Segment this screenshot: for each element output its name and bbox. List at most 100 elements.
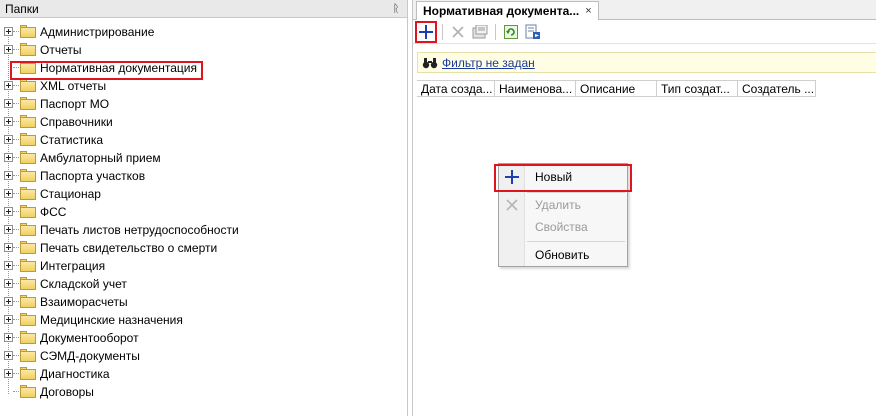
selection-highlight-box [10, 61, 203, 80]
expand-plus-icon[interactable] [4, 99, 13, 108]
column-header[interactable]: Дата созда... [417, 81, 495, 97]
expand-plus-icon[interactable] [4, 27, 13, 36]
folder-item[interactable]: Отчеты [0, 41, 407, 59]
folder-icon [20, 205, 36, 219]
tree-connector [13, 337, 19, 338]
expand-plus-icon[interactable] [4, 297, 13, 306]
folders-panel: Папки ᚱ Администрирование Отчеты Нормативн… [0, 0, 408, 416]
expand-plus-icon[interactable] [4, 153, 13, 162]
expand-plus-icon[interactable] [4, 189, 13, 198]
tree-connector [13, 247, 19, 248]
folder-label: Взаиморасчеты [40, 295, 128, 309]
toolbar-separator [442, 23, 443, 40]
folder-label: Амбулаторный прием [40, 151, 161, 165]
folder-label: Администрирование [40, 25, 155, 39]
toolbar [413, 20, 876, 44]
delete-button[interactable] [448, 22, 468, 42]
folder-icon [20, 313, 36, 327]
folder-label: Интеграция [40, 259, 106, 273]
tree-connector [13, 265, 19, 266]
expand-plus-icon[interactable] [4, 207, 13, 216]
expand-plus-icon[interactable] [4, 225, 13, 234]
folder-icon [20, 151, 36, 165]
folder-icon [20, 367, 36, 381]
expand-plus-icon[interactable] [4, 315, 13, 324]
tree-connector [13, 355, 19, 356]
expand-plus-icon[interactable] [4, 333, 13, 342]
filter-bar[interactable]: Фильтр не задан [417, 52, 876, 73]
tree-connector [13, 157, 19, 158]
folder-item[interactable]: Взаиморасчеты [0, 293, 407, 311]
menu-item-refresh[interactable]: Обновить [499, 245, 627, 265]
expand-plus-icon[interactable] [4, 261, 13, 270]
toolbar-separator [495, 23, 496, 40]
folder-item[interactable]: Печать свидетельство о смерти [0, 239, 407, 257]
folder-label: Документооборот [40, 331, 139, 345]
folder-icon [20, 115, 36, 129]
expand-plus-icon[interactable] [4, 45, 13, 54]
folder-label: Медицинские назначения [40, 313, 183, 327]
folder-icon [20, 25, 36, 39]
folder-item[interactable]: Паспорт МО [0, 95, 407, 113]
folder-item[interactable]: СЭМД-документы [0, 347, 407, 365]
tree-connector [13, 229, 19, 230]
folder-item[interactable]: Статистика [0, 131, 407, 149]
folder-item[interactable]: Медицинские назначения [0, 311, 407, 329]
expand-plus-icon[interactable] [4, 351, 13, 360]
documents-panel: Нормативная документа... × Фильтр не зад… [412, 0, 876, 416]
grid-body[interactable] [417, 98, 876, 416]
column-header[interactable]: Тип создат... [657, 81, 738, 97]
folder-label: Статистика [40, 133, 104, 147]
expand-plus-icon[interactable] [4, 117, 13, 126]
tab-normative-docs[interactable]: Нормативная документа... × [416, 1, 599, 20]
tree-connector [13, 391, 19, 392]
folder-item[interactable]: Паспорта участков [0, 167, 407, 185]
folder-item[interactable]: Печать листов нетрудоспособности [0, 221, 407, 239]
column-header[interactable]: Описание [576, 81, 657, 97]
add-button[interactable] [415, 20, 437, 43]
folder-item[interactable]: Документооборот [0, 329, 407, 347]
close-icon[interactable]: × [585, 5, 591, 17]
folder-label: Паспорт МО [40, 97, 110, 111]
export-button[interactable] [523, 22, 543, 42]
refresh-icon [504, 24, 518, 39]
tree-connector [13, 319, 19, 320]
tree-connector [13, 211, 19, 212]
folder-item[interactable]: Амбулаторный прием [0, 149, 407, 167]
tree-connector [13, 121, 19, 122]
folder-item[interactable]: Складской учет [0, 275, 407, 293]
menu-item-delete[interactable]: Удалить [499, 195, 627, 215]
menu-item-properties[interactable]: Свойства [499, 217, 627, 237]
folder-icon [20, 79, 36, 93]
tree-connector [13, 85, 19, 86]
properties-icon [472, 24, 488, 38]
folder-item[interactable]: ФСС [0, 203, 407, 221]
folder-item[interactable]: Диагностика [0, 365, 407, 383]
folder-icon [20, 349, 36, 363]
expand-plus-icon[interactable] [4, 243, 13, 252]
menu-item-label: Свойства [535, 220, 588, 234]
folder-item[interactable]: Справочники [0, 113, 407, 131]
expand-plus-icon[interactable] [4, 171, 13, 180]
expand-plus-icon[interactable] [4, 369, 13, 378]
expand-plus-icon[interactable] [4, 135, 13, 144]
filter-link[interactable]: Фильтр не задан [442, 56, 535, 70]
expand-plus-icon[interactable] [4, 279, 13, 288]
tree-connector [13, 139, 19, 140]
column-header[interactable]: Наименова... [495, 81, 576, 97]
folder-item[interactable]: Интеграция [0, 257, 407, 275]
folder-item[interactable]: Стационар [0, 185, 407, 203]
refresh-button[interactable] [501, 22, 521, 42]
properties-button[interactable] [470, 22, 490, 42]
folder-label: Диагностика [40, 367, 110, 381]
tree-connector [13, 49, 19, 50]
column-header[interactable]: Создатель ... [738, 81, 816, 97]
folder-item[interactable]: Договоры [0, 383, 407, 401]
folder-item[interactable]: Администрирование [0, 23, 407, 41]
tree-connector [13, 283, 19, 284]
export-icon [525, 24, 540, 39]
folder-label: ФСС [40, 205, 67, 219]
folder-icon [20, 295, 36, 309]
expand-plus-icon[interactable] [4, 81, 13, 90]
pin-icon[interactable]: ᚱ [389, 3, 403, 15]
